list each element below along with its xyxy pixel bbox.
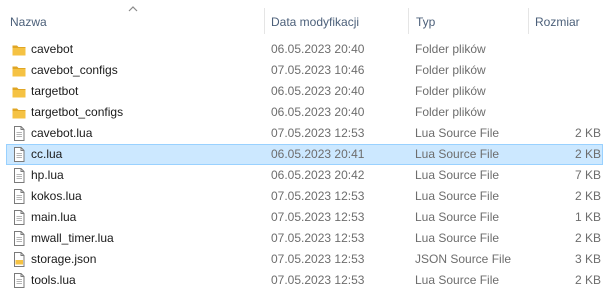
file-icon bbox=[14, 210, 25, 225]
file-icon bbox=[14, 231, 25, 246]
file-type: Lua Source File bbox=[415, 168, 500, 182]
file-size: 2 KB bbox=[574, 273, 601, 287]
file-name: targetbot_configs bbox=[31, 105, 124, 119]
file-row[interactable]: cavebot.lua 07.05.2023 12:53 Lua Source Fi… bbox=[0, 123, 609, 144]
file-name: mwall_timer.lua bbox=[31, 231, 114, 245]
folder-icon bbox=[12, 45, 26, 56]
column-divider[interactable] bbox=[264, 8, 265, 34]
file-icon bbox=[14, 147, 25, 162]
file-icon bbox=[14, 189, 25, 204]
file-type: Lua Source File bbox=[415, 231, 500, 245]
file-row[interactable]: cavebot_configs 07.05.2023 10:46 Folder pl… bbox=[0, 60, 609, 81]
file-row[interactable]: main.lua 07.05.2023 12:53 Lua Source File 1… bbox=[0, 207, 609, 228]
file-name: main.lua bbox=[31, 210, 77, 224]
file-row[interactable]: cc.lua 06.05.2023 20:41 Lua Source File 2 K… bbox=[0, 144, 609, 165]
file-type: Folder plików bbox=[415, 42, 486, 56]
file-name: cc.lua bbox=[31, 147, 63, 161]
file-size: 2 KB bbox=[574, 147, 601, 161]
file-size: 2 KB bbox=[574, 126, 601, 140]
file-row[interactable]: cavebot 06.05.2023 20:40 Folder plików bbox=[0, 39, 609, 60]
folder-icon bbox=[12, 108, 26, 119]
folder-icon bbox=[12, 66, 26, 77]
file-name: cavebot_configs bbox=[31, 63, 118, 77]
file-modified-date: 07.05.2023 12:53 bbox=[271, 210, 365, 224]
file-icon bbox=[14, 126, 25, 141]
file-name: kokos.lua bbox=[31, 189, 82, 203]
file-size: 2 KB bbox=[574, 189, 601, 203]
file-modified-date: 07.05.2023 12:53 bbox=[271, 273, 365, 287]
sort-up-arrow-icon bbox=[128, 6, 138, 12]
column-header-type[interactable]: Typ bbox=[416, 14, 435, 30]
file-modified-date: 07.05.2023 12:53 bbox=[271, 252, 365, 266]
file-modified-date: 07.05.2023 10:46 bbox=[271, 63, 365, 77]
file-name: cavebot bbox=[31, 42, 74, 56]
file-type: Lua Source File bbox=[415, 147, 500, 161]
file-type: Folder plików bbox=[415, 63, 486, 77]
file-modified-date: 07.05.2023 12:53 bbox=[271, 126, 365, 140]
file-name: cavebot.lua bbox=[31, 126, 93, 140]
file-type: Lua Source File bbox=[415, 210, 500, 224]
file-name: targetbot bbox=[31, 84, 79, 98]
file-modified-date: 06.05.2023 20:40 bbox=[271, 42, 365, 56]
file-modified-date: 06.05.2023 20:42 bbox=[271, 168, 365, 182]
file-type: Folder plików bbox=[415, 105, 486, 119]
column-header-size[interactable]: Rozmiar bbox=[535, 14, 580, 30]
file-type: Lua Source File bbox=[415, 126, 500, 140]
file-size: 7 KB bbox=[574, 168, 601, 182]
file-icon bbox=[14, 273, 25, 288]
file-type: Folder plików bbox=[415, 84, 486, 98]
file-modified-date: 07.05.2023 12:53 bbox=[271, 231, 365, 245]
file-name: tools.lua bbox=[31, 273, 76, 287]
file-modified-date: 06.05.2023 20:40 bbox=[271, 105, 365, 119]
column-header-date[interactable]: Data modyfikacji bbox=[271, 14, 359, 30]
file-type: JSON Source File bbox=[415, 252, 512, 266]
column-divider[interactable] bbox=[408, 8, 409, 34]
column-header-bar: Nazwa Data modyfikacji Typ Rozmiar bbox=[0, 0, 609, 38]
file-explorer-list: Nazwa Data modyfikacji Typ Rozmiar caveb… bbox=[0, 0, 609, 300]
file-name: storage.json bbox=[31, 252, 97, 266]
file-row[interactable]: hp.lua 06.05.2023 20:42 Lua Source File 7 K… bbox=[0, 165, 609, 186]
file-row[interactable]: tools.lua 07.05.2023 12:53 Lua Source File… bbox=[0, 270, 609, 291]
file-name: hp.lua bbox=[31, 168, 64, 182]
file-row[interactable]: kokos.lua 07.05.2023 12:53 Lua Source File… bbox=[0, 186, 609, 207]
file-size: 2 KB bbox=[574, 231, 601, 245]
file-type: Lua Source File bbox=[415, 273, 500, 287]
file-size: 3 KB bbox=[574, 252, 601, 266]
column-header-name[interactable]: Nazwa bbox=[10, 14, 47, 30]
folder-icon bbox=[12, 87, 26, 98]
file-modified-date: 07.05.2023 12:53 bbox=[271, 189, 365, 203]
file-row[interactable]: storage.json 07.05.2023 12:53 JSON Source … bbox=[0, 249, 609, 270]
file-icon bbox=[14, 168, 25, 183]
file-modified-date: 06.05.2023 20:41 bbox=[271, 147, 365, 161]
file-size: 1 KB bbox=[574, 210, 601, 224]
file-row[interactable]: targetbot 06.05.2023 20:40 Folder plików bbox=[0, 81, 609, 102]
file-row[interactable]: targetbot_configs 06.05.2023 20:40 Folder … bbox=[0, 102, 609, 123]
json-file-icon bbox=[14, 252, 25, 267]
file-type: Lua Source File bbox=[415, 189, 500, 203]
column-divider[interactable] bbox=[528, 8, 529, 34]
file-modified-date: 06.05.2023 20:40 bbox=[271, 84, 365, 98]
file-row[interactable]: mwall_timer.lua 07.05.2023 12:53 Lua Sourc… bbox=[0, 228, 609, 249]
